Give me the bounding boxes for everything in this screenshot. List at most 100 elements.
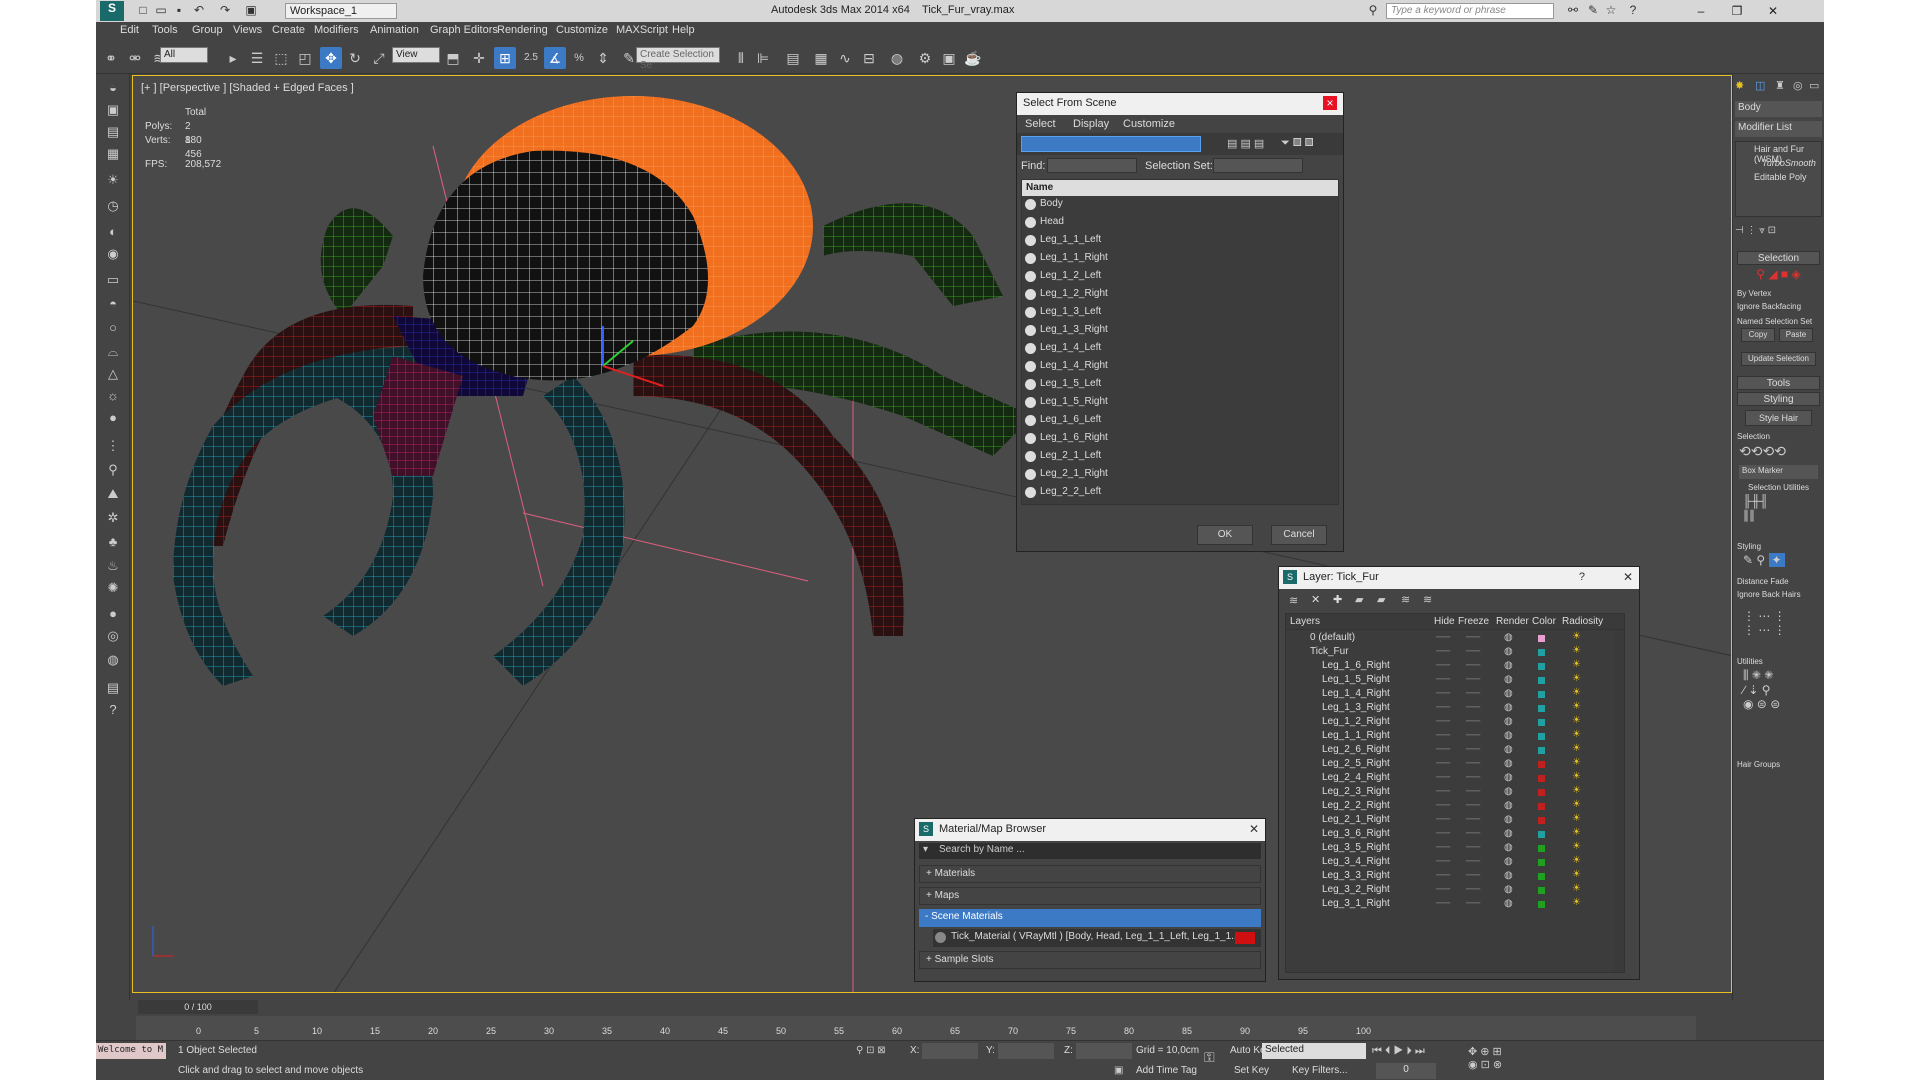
key-mode-dropdown[interactable]: Selected	[1262, 1043, 1366, 1059]
render-toggle-icon[interactable]: ◍	[1504, 828, 1513, 839]
z-coord-field[interactable]	[1076, 1043, 1132, 1059]
tools-icon[interactable]: ✎	[1586, 3, 1600, 17]
layer-color-swatch[interactable]	[1538, 831, 1545, 838]
link-icon[interactable]: ⚭	[100, 47, 122, 69]
named-selection-input[interactable]: Create Selection Se	[636, 47, 720, 71]
render-toggle-icon[interactable]: ◍	[1504, 632, 1513, 643]
freeze-toggle[interactable]: ──	[1466, 632, 1480, 643]
paste-button[interactable]: Paste	[1779, 328, 1813, 342]
modifier-list-dropdown[interactable]: Modifier List	[1735, 121, 1822, 137]
select-object-icon[interactable]: ▸	[222, 47, 244, 69]
delete-layer-icon[interactable]: ✕	[1311, 593, 1320, 606]
object-name-field[interactable]: Body	[1735, 101, 1822, 117]
freeze-toggle[interactable]: ──	[1466, 646, 1480, 657]
curve-editor-icon[interactable]: ∿	[834, 47, 856, 69]
freeze-toggle[interactable]: ──	[1466, 758, 1480, 769]
bone-icon[interactable]: ⚲	[102, 460, 124, 480]
layer-color-swatch[interactable]	[1538, 733, 1545, 740]
render-toggle-icon[interactable]: ◍	[1504, 730, 1513, 741]
menu-edit[interactable]: Edit	[120, 24, 139, 36]
sun-icon[interactable]: ☼	[102, 386, 124, 406]
section-materials[interactable]: + Materials	[919, 865, 1261, 883]
list-item[interactable]: Body	[1022, 196, 1338, 214]
render-toggle-icon[interactable]: ◍	[1504, 814, 1513, 825]
layer-color-swatch[interactable]	[1538, 859, 1545, 866]
render-toggle-icon[interactable]: ◍	[1504, 884, 1513, 895]
hide-toggle[interactable]: ──	[1436, 884, 1450, 895]
radiosity-icon[interactable]: ☀	[1572, 715, 1581, 726]
freeze-toggle[interactable]: ──	[1466, 786, 1480, 797]
list-item[interactable]: Leg_1_5_Left	[1022, 376, 1338, 394]
update-selection-button[interactable]: Update Selection	[1741, 352, 1816, 366]
section-sample-slots[interactable]: + Sample Slots	[919, 951, 1261, 969]
radiosity-icon[interactable]: ☀	[1572, 841, 1581, 852]
angle-snap-icon[interactable]: ∡	[544, 47, 566, 69]
rollout-selection[interactable]: Selection	[1737, 251, 1820, 265]
ok-button[interactable]: OK	[1197, 525, 1253, 545]
binoculars-icon[interactable]: ⚲	[1366, 3, 1380, 17]
section-scene-materials[interactable]: - Scene Materials	[919, 909, 1261, 927]
hide-all-icon[interactable]: ≋	[1401, 593, 1410, 606]
select-rotate-icon[interactable]: ↻	[344, 47, 366, 69]
maximize-button[interactable]: ❐	[1722, 2, 1752, 20]
keyboard-shortcut-icon[interactable]: ⊞	[494, 47, 516, 69]
layer-color-swatch[interactable]	[1538, 789, 1545, 796]
sphere-icon[interactable]: ◓	[102, 294, 124, 314]
cone-icon[interactable]: △	[102, 364, 124, 384]
table-icon[interactable]: ▦	[102, 144, 124, 164]
fur-icon[interactable]: ✺	[102, 578, 124, 598]
window-crossing-icon[interactable]: ◰	[294, 47, 316, 69]
hide-toggle[interactable]: ──	[1436, 870, 1450, 881]
search-input[interactable]: Type a keyword or phrase	[1386, 3, 1554, 19]
col-color[interactable]: Color	[1532, 616, 1556, 627]
list-item[interactable]: Leg_1_2_Right	[1022, 286, 1338, 304]
modifier-hair-fur[interactable]: Hair and Fur (WSM)	[1738, 144, 1819, 164]
select-by-name-icon[interactable]: ☰	[246, 47, 268, 69]
material-editor-icon[interactable]: ◍	[886, 47, 908, 69]
active-styling-icon[interactable]: ✦	[1768, 553, 1785, 567]
utilities-icons[interactable]: ⫼ ✺ ✺ ∕ ⇣ ⚲ ◉ ⊜ ⊜	[1733, 668, 1824, 758]
hide-toggle[interactable]: ──	[1436, 660, 1450, 671]
hair-groups-label[interactable]: Hair Groups	[1733, 758, 1824, 771]
hide-toggle[interactable]: ──	[1436, 646, 1450, 657]
freeze-toggle[interactable]: ──	[1466, 800, 1480, 811]
stack-tools-icon[interactable]: ⊣ ⋮ ⩔ ⊡	[1735, 225, 1822, 239]
hide-toggle[interactable]: ──	[1436, 716, 1450, 727]
menu-create[interactable]: Create	[272, 24, 305, 36]
layer-color-swatch[interactable]	[1538, 649, 1545, 656]
render-toggle-icon[interactable]: ◍	[1504, 772, 1513, 783]
unlink-icon[interactable]: ⚮	[124, 47, 146, 69]
radiosity-icon[interactable]: ☀	[1572, 813, 1581, 824]
menu-modifiers[interactable]: Modifiers	[314, 24, 359, 36]
modify-tab-icon[interactable]: ◫	[1755, 79, 1765, 92]
menu-views[interactable]: Views	[233, 24, 262, 36]
layer-color-swatch[interactable]	[1538, 719, 1545, 726]
material-entry[interactable]: Tick_Material ( VRayMtl ) [Body, Head, L…	[933, 929, 1261, 947]
hide-toggle[interactable]: ──	[1436, 758, 1450, 769]
modifier-editable-poly[interactable]: Editable Poly	[1738, 172, 1819, 186]
sfs-display-icon[interactable]: ▤ ▤ ▤	[1227, 137, 1264, 150]
question-icon[interactable]: ?	[102, 700, 124, 720]
tree-icon[interactable]: ✲	[102, 508, 124, 528]
render-toggle-icon[interactable]: ◍	[1504, 786, 1513, 797]
render-toggle-icon[interactable]: ◍	[1504, 646, 1513, 657]
speaker-icon[interactable]: ◐	[102, 222, 124, 242]
list-item[interactable]: Leg_1_6_Right	[1022, 430, 1338, 448]
list-item[interactable]: Leg_1_6_Left	[1022, 412, 1338, 430]
hat-icon[interactable]: ⌓	[102, 342, 124, 362]
hide-toggle[interactable]: ──	[1436, 814, 1450, 825]
freeze-toggle[interactable]: ──	[1466, 688, 1480, 699]
key-filters-button[interactable]: Key Filters...	[1292, 1065, 1348, 1076]
list-item[interactable]: Leg_1_2_Left	[1022, 268, 1338, 286]
menu-animation[interactable]: Animation	[370, 24, 419, 36]
subobject-selection-icon[interactable]: ⚲ ◢ ■ ◈	[1733, 267, 1824, 287]
radiosity-icon[interactable]: ☀	[1572, 673, 1581, 684]
col-hide[interactable]: Hide	[1434, 616, 1455, 627]
minimize-button[interactable]: ‒	[1686, 2, 1716, 20]
list-item[interactable]: Leg_1_3_Right	[1022, 322, 1338, 340]
menu-maxscript[interactable]: MAXScript	[616, 24, 668, 36]
render-toggle-icon[interactable]: ◍	[1504, 688, 1513, 699]
hide-toggle[interactable]: ──	[1436, 632, 1450, 643]
save-file-icon[interactable]: ▪	[172, 3, 186, 17]
menu-graph-editors[interactable]: Graph Editors	[430, 24, 498, 36]
